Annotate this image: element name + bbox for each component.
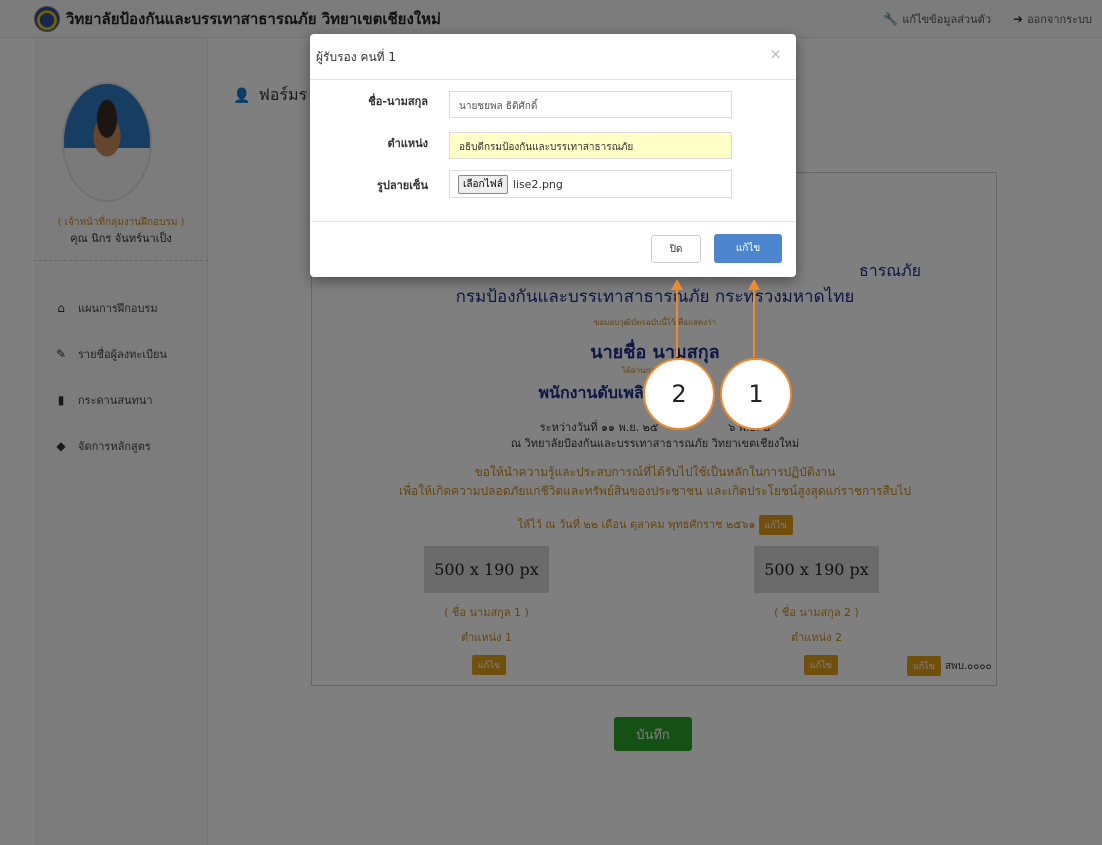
close-icon[interactable]: × [769, 45, 782, 63]
callout-1: 1 [720, 358, 792, 430]
position-field[interactable]: อธิบดีกรมป้องกันและบรรเทาสาธารณภัย [449, 132, 732, 159]
name-field-label: ชื่อ-นามสกุล [368, 95, 428, 108]
modal-footer [310, 221, 796, 222]
modal-title: ผู้รับรอง คนที่ 1 [316, 50, 397, 64]
callout-2: 2 [643, 358, 715, 430]
modal-header: ผู้รับรอง คนที่ 1 × [310, 34, 796, 80]
endorser-modal: ผู้รับรอง คนที่ 1 × ชื่อ-นามสกุล นายชยพล… [310, 34, 796, 277]
modal-close-button[interactable]: ปิด [651, 235, 701, 263]
signature-file-input[interactable]: เลือกไฟล์ lise2.png [449, 170, 732, 198]
signature-field-label: รูปลายเซ็น [377, 179, 428, 192]
modal-save-button[interactable]: แก้ไข [714, 234, 782, 263]
name-field[interactable]: นายชยพล ธิติศักดิ์ [449, 91, 732, 118]
position-field-label: ตำแหน่ง [387, 137, 428, 150]
file-name: lise2.png [512, 177, 563, 191]
choose-file-button[interactable]: เลือกไฟล์ [458, 174, 508, 194]
